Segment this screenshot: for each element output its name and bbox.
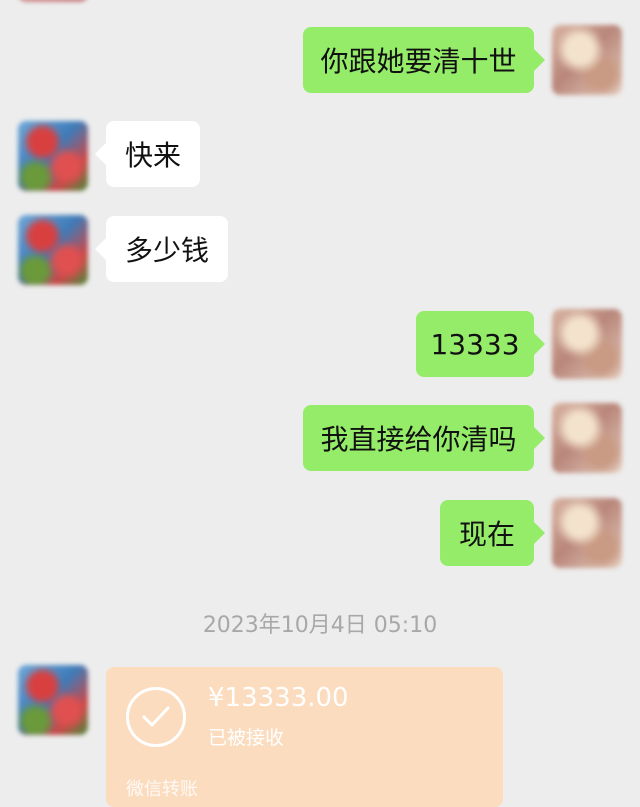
message-text: 我直接给你清吗	[320, 423, 517, 456]
avatar-contact[interactable]	[18, 121, 88, 191]
message-text: 现在	[458, 518, 515, 551]
check-circle-icon	[126, 687, 186, 747]
avatar-self[interactable]	[552, 25, 622, 95]
message-text: 13333	[430, 327, 520, 361]
message-bubble-outgoing[interactable]: 我直接给你清吗	[303, 405, 545, 471]
transfer-label: 微信转账	[126, 779, 198, 800]
avatar-contact[interactable]	[18, 215, 88, 285]
message-bubble-incoming[interactable]: 快来	[95, 121, 200, 187]
message-text: 多少钱	[124, 234, 209, 267]
message-bubble-outgoing[interactable]: 你跟她要清十世	[303, 27, 545, 93]
transfer-card[interactable]: ¥13333.00 已被接收 微信转账	[106, 667, 503, 807]
message-text: 你跟她要清十世	[320, 45, 517, 78]
message-bubble-incoming[interactable]: 多少钱	[95, 216, 228, 282]
avatar-self[interactable]	[552, 403, 622, 473]
message-text: 快来	[124, 139, 181, 172]
message-bubble-outgoing[interactable]: 现在	[440, 500, 545, 566]
chat-timestamp: 2023年10月4日 05:10	[202, 613, 438, 638]
avatar-contact[interactable]	[18, 665, 88, 735]
message-bubble-outgoing[interactable]: 13333	[416, 311, 545, 377]
avatar-self[interactable]	[552, 498, 622, 568]
avatar-self[interactable]	[552, 309, 622, 379]
transfer-status: 已被接收	[208, 727, 285, 749]
transfer-amount: ¥13333.00	[208, 683, 349, 713]
avatar-partial	[18, 0, 88, 2]
